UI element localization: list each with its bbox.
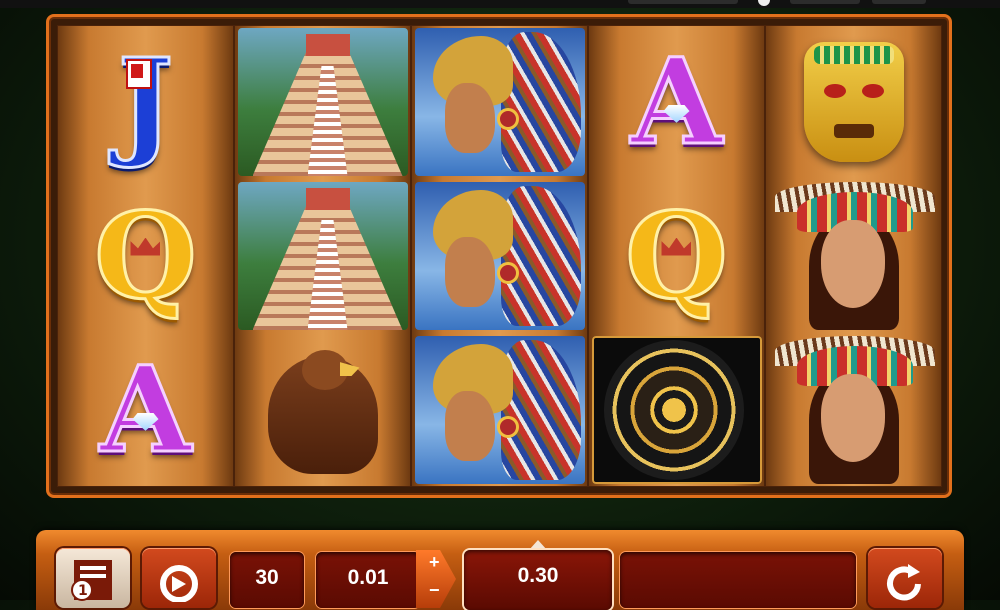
paytable-button[interactable]: 1: [56, 548, 130, 608]
reel-2: [234, 25, 411, 487]
top-bar-segment: [790, 0, 860, 4]
symbol-calendar: [588, 333, 765, 487]
lines-value: 30: [255, 566, 279, 589]
svg-text:1: 1: [78, 583, 88, 599]
symbol-pyramid: [234, 25, 411, 179]
reels: J Q A A: [57, 25, 942, 487]
total-bet-display[interactable]: 0.30: [464, 550, 612, 610]
reel-5: [765, 25, 942, 487]
symbol-warrior: [411, 25, 588, 179]
symbol-eagle: [234, 333, 411, 487]
symbol-j-letter: J: [116, 32, 175, 171]
aztec-calendar-icon: [603, 340, 744, 480]
symbol-warrior: [411, 179, 588, 333]
symbol-a: A: [588, 25, 765, 179]
symbol-a-letter: A: [629, 32, 724, 171]
symbol-a: A: [57, 333, 234, 487]
bet-arrow-icon: [529, 540, 547, 550]
mask-icon: [803, 42, 904, 162]
top-bar: [0, 0, 1000, 8]
top-bar-segment: [628, 0, 738, 4]
total-bet-value: 0.30: [517, 564, 559, 587]
paytable-icon: 1: [71, 560, 112, 601]
symbol-mask: [765, 25, 942, 179]
symbol-warrior: [411, 333, 588, 487]
autoplay-button[interactable]: [142, 548, 216, 608]
symbol-q: Q: [588, 179, 765, 333]
symbol-princess: [765, 179, 942, 333]
reel-1: J Q A: [57, 25, 234, 487]
bet-minus-button[interactable]: −: [429, 580, 440, 601]
symbol-j: J: [57, 25, 234, 179]
symbol-q: Q: [57, 179, 234, 333]
line-bet-value: 0.01: [347, 566, 389, 589]
symbol-pyramid: [234, 179, 411, 333]
top-bar-handle[interactable]: [758, 0, 770, 6]
spin-button[interactable]: [868, 548, 942, 608]
symbol-a-letter: A: [98, 340, 193, 479]
symbol-princess: [765, 333, 942, 487]
spin-icon: [887, 564, 921, 601]
reel-4: A Q: [588, 25, 765, 487]
autoplay-icon: [160, 565, 198, 602]
top-bar-segment: [872, 0, 926, 4]
bet-plus-button[interactable]: +: [429, 552, 440, 573]
flag-icon: [125, 59, 152, 89]
reel-3: [411, 25, 588, 487]
